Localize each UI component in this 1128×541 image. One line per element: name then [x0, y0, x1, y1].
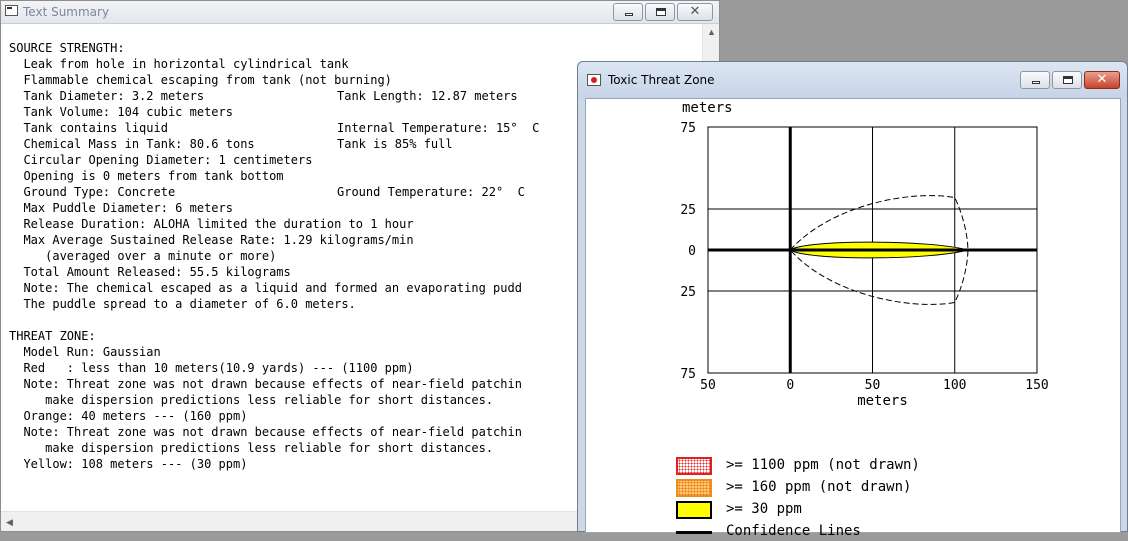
summary-line: The puddle spread to a diameter of 6.0 m…: [9, 297, 356, 311]
summary-line: SOURCE STRENGTH:: [9, 41, 125, 55]
summary-line: Max Average Sustained Release Rate: 1.29…: [9, 233, 414, 247]
close-button[interactable]: ✕: [677, 3, 713, 21]
legend-swatch: [676, 457, 712, 475]
legend-label: >= 30 ppm: [726, 501, 802, 517]
scroll-up-icon[interactable]: ▲: [703, 24, 720, 41]
summary-line: Leak from hole in horizontal cylindrical…: [9, 57, 349, 71]
summary-line: Tank Diameter: 3.2 meters: [9, 89, 205, 103]
summary-line: Yellow: 108 meters --- (30 ppm): [9, 457, 248, 471]
summary-line: Max Puddle Diameter: 6 meters: [9, 201, 233, 215]
confidence-line-swatch: [676, 531, 712, 534]
toxic-threat-zone-window: Toxic Threat Zone ✕ 50 0 50 100 150 75 25 0 25 75…: [577, 61, 1128, 539]
summary-line: Tank Volume: 104 cubic meters: [9, 105, 233, 119]
maximize-button[interactable]: [1052, 71, 1082, 89]
close-icon: ✕: [1096, 72, 1108, 87]
minimize-button[interactable]: [613, 3, 643, 21]
scroll-left-icon[interactable]: ◀: [1, 512, 18, 532]
minimize-icon: [625, 13, 633, 16]
x-tick-label: 100: [943, 378, 966, 393]
summary-line: Circular Opening Diameter: 1 centimeters: [9, 153, 313, 167]
y-tick-label: 25: [680, 285, 696, 300]
legend-label: >= 160 ppm (not drawn): [726, 479, 912, 495]
summary-line: Note: Threat zone was not drawn because …: [9, 377, 522, 391]
minimize-icon: [1032, 81, 1040, 84]
summary-line: Note: The chemical escaped as a liquid a…: [9, 281, 522, 295]
summary-right-column-tank-full: Tank is 85% full: [337, 137, 453, 151]
y-tick-label: 75: [680, 367, 696, 382]
summary-line: Opening is 0 meters from tank bottom: [9, 169, 284, 183]
x-axis-title: meters: [857, 393, 908, 409]
text-summary-titlebar[interactable]: Text Summary ✕: [1, 1, 719, 24]
legend-swatch: [676, 501, 712, 519]
y-tick-label: 0: [688, 244, 696, 259]
threat-zone-app-icon: [587, 74, 601, 86]
legend-label: >= 1100 ppm (not drawn): [726, 457, 920, 473]
maximize-button[interactable]: [645, 3, 675, 21]
summary-line: make dispersion predictions less reliabl…: [9, 393, 494, 407]
threat-zone-window-controls: ✕: [1020, 71, 1120, 89]
text-summary-title: Text Summary: [23, 5, 110, 19]
close-icon: ✕: [689, 4, 701, 19]
summary-line: Tank contains liquid: [9, 121, 168, 135]
legend-swatch: [676, 479, 712, 497]
summary-line: Orange: 40 meters --- (160 ppm): [9, 409, 248, 423]
maximize-icon: [1063, 76, 1073, 84]
summary-line: (averaged over a minute or more): [9, 249, 277, 263]
legend-item: >= 30 ppm: [676, 499, 1056, 519]
text-summary-app-icon: [5, 5, 18, 16]
maximize-icon: [656, 8, 666, 16]
y-tick-label: 75: [680, 121, 696, 136]
summary-line: Flammable chemical escaping from tank (n…: [9, 73, 392, 87]
summary-line: Red : less than 10 meters(10.9 yards) --…: [9, 361, 414, 375]
threat-zone-titlebar[interactable]: Toxic Threat Zone ✕: [578, 62, 1127, 98]
legend-item: Confidence Lines: [676, 521, 1056, 541]
summary-line: THREAT ZONE:: [9, 329, 96, 343]
x-tick-label: 50: [865, 378, 881, 393]
y-axis-title: meters: [682, 100, 733, 116]
summary-line: Release Duration: ALOHA limited the dura…: [9, 217, 414, 231]
legend-item: >= 160 ppm (not drawn): [676, 477, 1056, 497]
summary-line: Ground Type: Concrete: [9, 185, 176, 199]
summary-line: Note: Threat zone was not drawn because …: [9, 425, 522, 439]
close-button[interactable]: ✕: [1084, 71, 1120, 89]
legend-label: Confidence Lines: [726, 523, 861, 539]
threat-zone-title: Toxic Threat Zone: [608, 73, 715, 87]
x-tick-label: 0: [786, 378, 794, 393]
summary-line: make dispersion predictions less reliabl…: [9, 441, 494, 455]
threat-zone-plot-area: 50 0 50 100 150 75 25 0 25 75 meters meters >= 1100…: [585, 98, 1121, 539]
summary-right-column-ground-temp: Ground Temperature: 22° C: [337, 185, 525, 199]
x-tick-label: 150: [1025, 378, 1048, 393]
summary-right-column-internal-temp: Internal Temperature: 15° C: [337, 121, 540, 135]
y-tick-label: 25: [680, 203, 696, 218]
summary-line: Total Amount Released: 55.5 kilograms: [9, 265, 291, 279]
summary-right-column-tank-length: Tank Length: 12.87 meters: [337, 89, 518, 103]
legend-item: >= 1100 ppm (not drawn): [676, 455, 1056, 475]
summary-line: Chemical Mass in Tank: 80.6 tons: [9, 137, 255, 151]
minimize-button[interactable]: [1020, 71, 1050, 89]
text-summary-window-controls: ✕: [613, 3, 713, 21]
x-tick-label: 50: [700, 378, 716, 393]
summary-line: Model Run: Gaussian: [9, 345, 161, 359]
